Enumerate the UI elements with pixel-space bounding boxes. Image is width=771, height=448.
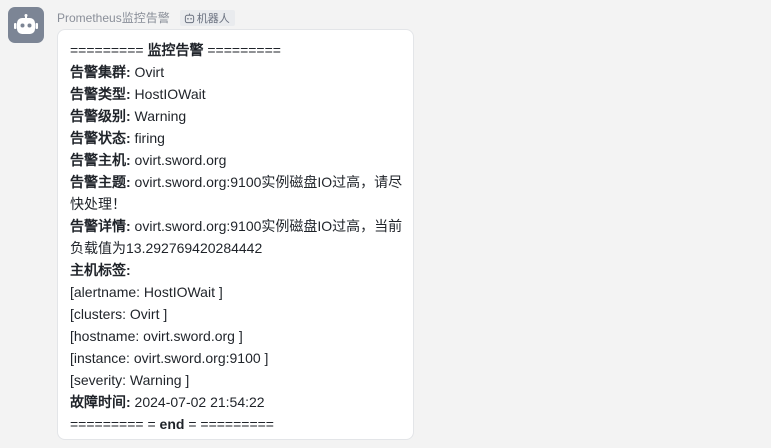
field-value: 2024-07-02 21:54:22 bbox=[130, 394, 265, 410]
field-label: 告警主题: bbox=[70, 174, 131, 190]
banner-line: ========= 监控告警 ========= bbox=[70, 39, 413, 61]
host-label-item: [clusters: Ovirt ] bbox=[70, 306, 168, 322]
field-subject: 告警主题: ovirt.sword.org:9100实例磁盘IO过高，请尽快处理… bbox=[70, 171, 405, 215]
field-label: 告警集群: bbox=[70, 64, 131, 80]
field-host: 告警主机: ovirt.sword.org bbox=[70, 149, 413, 171]
field-value: Ovirt bbox=[130, 64, 165, 80]
banner-left: ========= bbox=[70, 42, 148, 58]
footer-title: end bbox=[159, 416, 185, 432]
field-label: 告警主机: bbox=[70, 152, 131, 168]
field-detail: 告警详情: ovirt.sword.org:9100实例磁盘IO过高，当前负载值… bbox=[70, 215, 405, 259]
message-bubble[interactable]: ========= 监控告警 ========= 告警集群: Ovirt 告警类… bbox=[57, 29, 414, 440]
footer-left: ========= = bbox=[70, 416, 160, 432]
field-label: 告警级别: bbox=[70, 108, 131, 124]
banner-title: 监控告警 bbox=[147, 42, 204, 58]
footer-right: = ========= bbox=[184, 416, 274, 432]
sender-name[interactable]: Prometheus监控告警 bbox=[57, 9, 170, 27]
field-label: 故障时间: bbox=[70, 394, 131, 410]
field-cluster: 告警集群: Ovirt bbox=[70, 61, 413, 83]
host-label-item: [severity: Warning ] bbox=[70, 372, 190, 388]
field-fault-time: 故障时间: 2024-07-02 21:54:22 bbox=[70, 391, 413, 413]
field-value: HostIOWait bbox=[130, 86, 206, 102]
field-value: firing bbox=[130, 130, 165, 146]
robot-small-icon bbox=[184, 12, 194, 23]
message-header: Prometheus监控告警 机器人 bbox=[57, 9, 235, 27]
field-level: 告警级别: Warning bbox=[70, 105, 413, 127]
banner-right: ========= bbox=[203, 42, 281, 58]
footer-line: ========= = end = ========= bbox=[70, 413, 413, 435]
field-value: ovirt.sword.org bbox=[130, 152, 227, 168]
host-label-item: [hostname: ovirt.sword.org ] bbox=[70, 328, 243, 344]
field-status: 告警状态: firing bbox=[70, 127, 413, 149]
host-labels-title: 主机标签: bbox=[70, 259, 413, 281]
chat-message: Prometheus监控告警 机器人 ========= 监控告警 ======… bbox=[0, 0, 771, 448]
field-label: 告警类型: bbox=[70, 86, 131, 102]
field-type: 告警类型: HostIOWait bbox=[70, 83, 413, 105]
field-value: Warning bbox=[130, 108, 187, 124]
host-label-item: [alertname: HostIOWait ] bbox=[70, 284, 223, 300]
bot-avatar[interactable] bbox=[8, 7, 44, 43]
bot-badge-label: 机器人 bbox=[196, 13, 230, 25]
robot-icon bbox=[14, 14, 38, 34]
host-labels-heading: 主机标签: bbox=[70, 262, 131, 278]
host-label-item: [instance: ovirt.sword.org:9100 ] bbox=[70, 350, 269, 366]
bot-badge: 机器人 bbox=[179, 10, 235, 26]
field-label: 告警状态: bbox=[70, 130, 131, 146]
field-label: 告警详情: bbox=[70, 218, 131, 234]
